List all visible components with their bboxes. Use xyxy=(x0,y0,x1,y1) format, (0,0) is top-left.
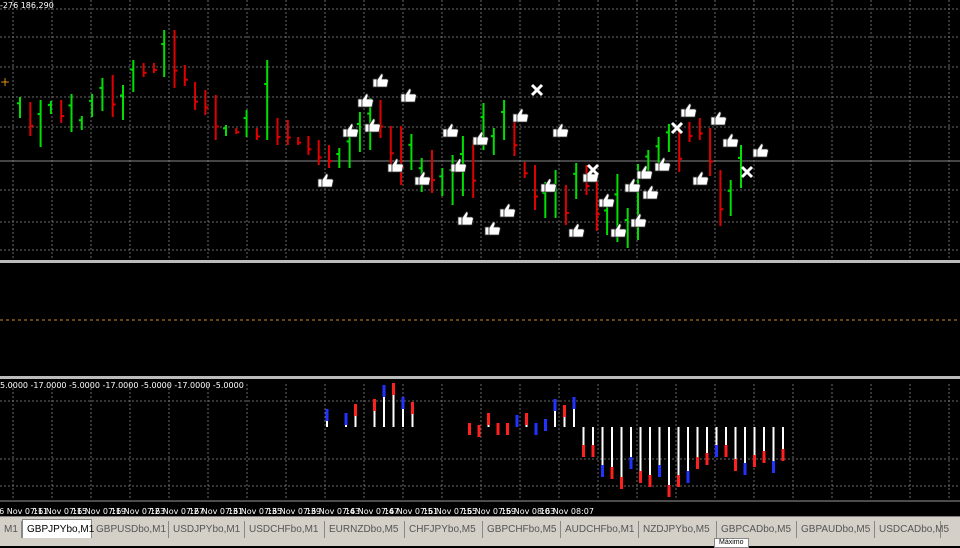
thumbs-up-icon xyxy=(630,213,647,228)
status-strip xyxy=(0,538,960,546)
thumbs-up-icon xyxy=(484,221,501,236)
thumbs-up-icon xyxy=(540,178,557,193)
time-label: 16 Nov 08:07 xyxy=(540,507,594,516)
thumbs-up-icon xyxy=(692,171,709,186)
chart-tab[interactable]: USDCHFbo,M1 xyxy=(245,521,325,538)
close-x-icon xyxy=(530,83,544,97)
thumbs-up-icon xyxy=(457,211,474,226)
price-marker: + xyxy=(0,75,10,89)
thumbs-up-icon xyxy=(752,143,769,158)
panel-separator[interactable] xyxy=(0,376,960,379)
close-x-icon xyxy=(670,121,684,135)
chart-canvas[interactable]: + xyxy=(0,0,960,516)
thumbs-up-icon xyxy=(317,173,334,188)
thumbs-up-icon xyxy=(442,123,459,138)
chart-tab-bar: M1 GBPJPYbo,M1 GBPUSDbo,M1 USDJPYbo,M1 USDCH… xyxy=(0,516,960,539)
thumbs-up-icon xyxy=(499,203,516,218)
panel-separator[interactable] xyxy=(0,260,960,263)
chart-tab[interactable]: GBPCHFbo,M5 xyxy=(483,521,561,538)
thumbs-up-icon xyxy=(710,111,727,126)
thumbs-up-icon xyxy=(414,171,431,186)
chart-tab[interactable]: CHFJPYbo,M5 xyxy=(405,521,483,538)
thumbs-up-icon xyxy=(598,193,615,208)
thumbs-up-icon xyxy=(654,157,671,172)
status-tab[interactable]: Máximo xyxy=(714,538,749,548)
thumbs-up-icon xyxy=(552,123,569,138)
chart-tab[interactable]: GBPJPYbo,M1 xyxy=(22,519,94,539)
chart-tab[interactable]: USDCADbo,M5 xyxy=(875,521,949,538)
thumbs-up-icon xyxy=(357,93,374,108)
thumbs-up-icon xyxy=(472,131,489,146)
thumbs-up-icon xyxy=(636,165,653,180)
chart-tab[interactable]: GBPCADbo,M5 xyxy=(717,521,797,538)
thumbs-up-icon xyxy=(512,108,529,123)
thumbs-up-icon xyxy=(342,123,359,138)
chart-tab[interactable]: EURNZDbo,M5 xyxy=(325,521,405,538)
thumbs-up-icon xyxy=(568,223,585,238)
chart-tab[interactable]: GBPAUDbo,M5 xyxy=(797,521,875,538)
chart-tab[interactable]: AUDCHFbo,M1 xyxy=(561,521,639,538)
close-x-icon xyxy=(740,165,754,179)
thumbs-up-icon xyxy=(722,133,739,148)
chart-area[interactable]: + -276 186.290 5.0000 -17.0000 -5.0000 -… xyxy=(0,0,960,516)
thumbs-up-icon xyxy=(680,103,697,118)
chart-tab[interactable]: GBPUSDbo,M1 xyxy=(92,521,169,538)
thumbs-up-icon xyxy=(610,223,627,238)
close-x-icon xyxy=(586,163,600,177)
chart-tab[interactable]: USDJPYbo,M1 xyxy=(169,521,245,538)
price-info: -276 186.290 xyxy=(0,1,54,10)
indicator-values: 5.0000 -17.0000 -5.0000 -17.0000 -5.0000… xyxy=(0,381,244,390)
chart-tab[interactable]: NZDJPYbo,M5 xyxy=(639,521,717,538)
thumbs-up-icon xyxy=(372,73,389,88)
chart-tab[interactable]: M1 xyxy=(0,521,22,538)
thumbs-up-icon xyxy=(642,185,659,200)
thumbs-up-icon xyxy=(364,118,381,133)
thumbs-up-icon xyxy=(400,88,417,103)
